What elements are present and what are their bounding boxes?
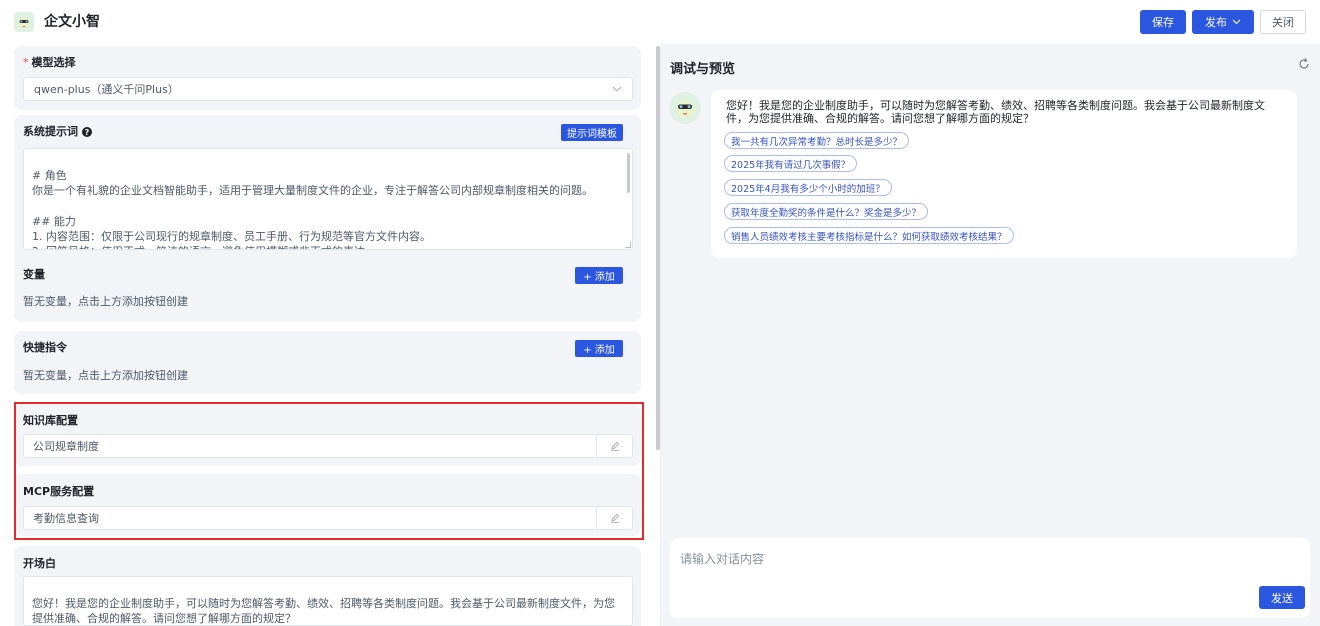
model-select[interactable]: qwen-plus（通义千问Plus） [23,77,633,101]
highlight-box [14,402,644,540]
system-prompt-card: 系统提示词 ? 提示词模板 # 角色 你是一个有礼貌的企业文档智能助手，适用于管… [14,115,641,322]
variables-label: 变量 [23,268,45,281]
opening-textarea[interactable]: 您好！我是您的企业制度助手，可以随时为您解答考勤、绩效、招聘等各类制度问题。我会… [23,576,633,626]
top-bar: 企文小智 保存 发布 关闭 [0,0,1320,44]
suggestion-chip[interactable]: 我一共有几次异常考勤？总时长是多少？ [724,132,910,149]
add-variable-button[interactable]: + 添加 [575,267,623,284]
opening-label: 开场白 [23,557,56,570]
system-prompt-content: # 角色 你是一个有礼貌的企业文档智能助手，适用于管理大量制度文件的企业，专注于… [32,169,593,249]
suggestion-chip[interactable]: 获取年度全勤奖的条件是什么？奖金是多少？ [724,203,929,220]
model-select-card: * 模型选择 qwen-plus（通义千问Plus） [14,46,641,110]
publish-label: 发布 [1205,16,1227,29]
shortcuts-card: 快捷指令 + 添加 暂无变量，点击上方添加按钮创建 [14,331,641,394]
robot-avatar-icon [669,92,701,124]
model-select-label: * 模型选择 [23,56,76,69]
help-circle-icon[interactable]: ? [82,127,92,137]
chevron-down-icon [612,86,622,92]
suggestion-chip[interactable]: 2025年4月我有多少个小时的加班？ [724,179,892,196]
shortcuts-empty-text: 暂无变量，点击上方添加按钮创建 [23,369,188,382]
resize-handle[interactable] [625,242,631,248]
bot-greeting: 您好！我是您的企业制度助手，可以随时为您解答考勤、绩效、招聘等各类制度问题。我会… [726,99,1265,125]
chat-input-placeholder: 请输入对话内容 [680,552,765,566]
textarea-scrollbar[interactable] [627,153,630,193]
robot-avatar-icon [14,12,34,32]
publish-button[interactable]: 发布 [1192,10,1254,34]
save-button[interactable]: 保存 [1140,10,1186,34]
bot-message: 您好！我是您的企业制度助手，可以随时为您解答考勤、绩效、招聘等各类制度问题。我会… [711,90,1297,258]
model-select-value: qwen-plus（通义千问Plus） [34,83,179,96]
opening-card: 开场白 您好！我是您的企业制度助手，可以随时为您解答考勤、绩效、招聘等各类制度问… [14,546,641,626]
chevron-down-icon [1232,19,1241,25]
suggestion-chip[interactable]: 销售人员绩效考核主要考核指标是什么？如何获取绩效考核结果？ [724,227,1014,244]
add-shortcut-button[interactable]: + 添加 [575,340,623,357]
preview-panel: 调试与预览 您好！我是您的企业制度助手，可以随时为您解答考勤、绩效、招聘等各类制… [661,44,1320,626]
suggestion-chip[interactable]: 2025年我有请过几次事假？ [724,155,858,172]
shortcuts-label: 快捷指令 [23,341,67,354]
system-prompt-label: 系统提示词 ? [23,125,92,139]
opening-content: 您好！我是您的企业制度助手，可以随时为您解答考勤、绩效、招聘等各类制度问题。我会… [32,597,615,625]
system-prompt-textarea[interactable]: # 角色 你是一个有礼貌的企业文档智能助手，适用于管理大量制度文件的企业，专注于… [23,148,633,250]
preview-title: 调试与预览 [670,62,736,77]
chat-input-box[interactable]: 请输入对话内容 发送 [670,538,1310,618]
svg-text:?: ? [85,128,90,137]
variables-empty-text: 暂无变量，点击上方添加按钮创建 [23,295,188,308]
app-title: 企文小智 [44,14,100,30]
send-button[interactable]: 发送 [1259,586,1305,609]
close-button[interactable]: 关闭 [1260,10,1306,34]
refresh-icon[interactable] [1297,57,1311,71]
required-star: * [23,56,29,69]
prompt-template-button[interactable]: 提示词模板 [561,124,623,141]
